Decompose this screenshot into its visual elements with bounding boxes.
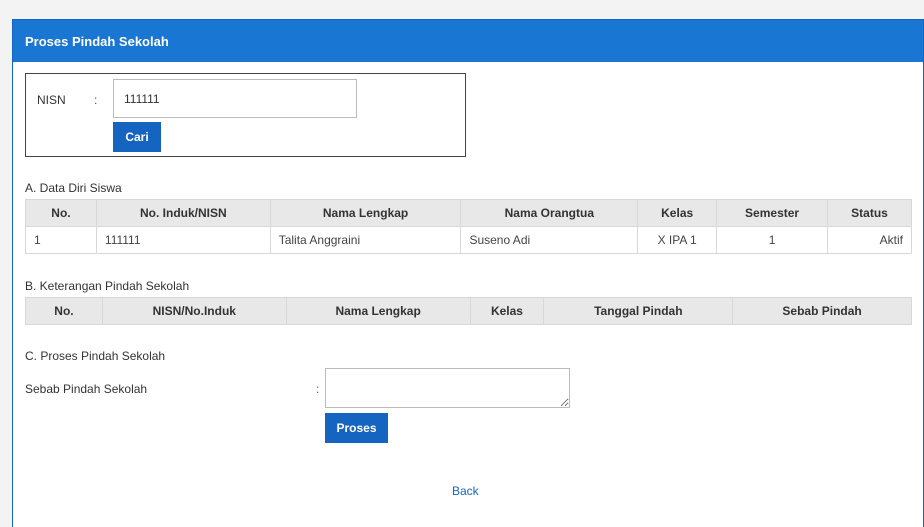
nisn-colon: :	[94, 93, 98, 107]
table-header-row: No. NISN/No.Induk Nama Lengkap Kelas Tan…	[25, 297, 912, 325]
nisn-input[interactable]	[113, 79, 357, 118]
col-status: Status	[827, 199, 912, 227]
col-nama-lengkap: Nama Lengkap	[285, 297, 471, 325]
nisn-search-box: NISN : Cari	[25, 73, 466, 157]
sebab-pindah-input[interactable]	[325, 368, 570, 408]
cell-nama-orangtua: Suseno Adi	[460, 226, 639, 254]
col-sebab-pindah: Sebab Pindah	[732, 297, 912, 325]
sebab-pindah-label: Sebab Pindah Sekolah	[25, 382, 148, 396]
col-kelas: Kelas	[637, 199, 718, 227]
cell-semester: 1	[716, 226, 829, 254]
keterangan-pindah-table: No. NISN/No.Induk Nama Lengkap Kelas Tan…	[25, 297, 912, 325]
cari-button[interactable]: Cari	[113, 122, 161, 152]
table-row: 1 111111 Talita Anggraini Suseno Adi X I…	[25, 226, 912, 254]
panel-header: Proses Pindah Sekolah	[13, 20, 923, 62]
section-c-title: C. Proses Pindah Sekolah	[25, 349, 166, 363]
table-header-row: No. No. Induk/NISN Nama Lengkap Nama Ora…	[25, 199, 912, 227]
sebab-colon: :	[316, 382, 320, 396]
proses-button[interactable]: Proses	[325, 413, 388, 443]
back-link[interactable]: Back	[452, 484, 479, 498]
col-kelas: Kelas	[469, 297, 545, 325]
cell-no-induk-nisn: 111111	[95, 226, 271, 254]
proses-pindah-panel: Proses Pindah Sekolah NISN : Cari A. Dat…	[12, 19, 924, 527]
cell-kelas: X IPA 1	[637, 226, 718, 254]
nisn-label: NISN	[37, 93, 66, 107]
col-no-induk-nisn: No. Induk/NISN	[95, 199, 271, 227]
section-b-title: B. Keterangan Pindah Sekolah	[25, 279, 190, 293]
cell-nama-lengkap: Talita Anggraini	[269, 226, 462, 254]
cell-status: Aktif	[827, 226, 912, 254]
col-semester: Semester	[716, 199, 829, 227]
col-no: No.	[25, 199, 97, 227]
col-no: No.	[25, 297, 103, 325]
cell-no: 1	[25, 226, 97, 254]
col-nama-lengkap: Nama Lengkap	[269, 199, 462, 227]
col-nama-orangtua: Nama Orangtua	[460, 199, 639, 227]
data-diri-siswa-table: No. No. Induk/NISN Nama Lengkap Nama Ora…	[25, 199, 912, 254]
section-a-title: A. Data Diri Siswa	[25, 181, 122, 195]
col-nisn-no-induk: NISN/No.Induk	[101, 297, 287, 325]
col-tanggal-pindah: Tanggal Pindah	[543, 297, 734, 325]
